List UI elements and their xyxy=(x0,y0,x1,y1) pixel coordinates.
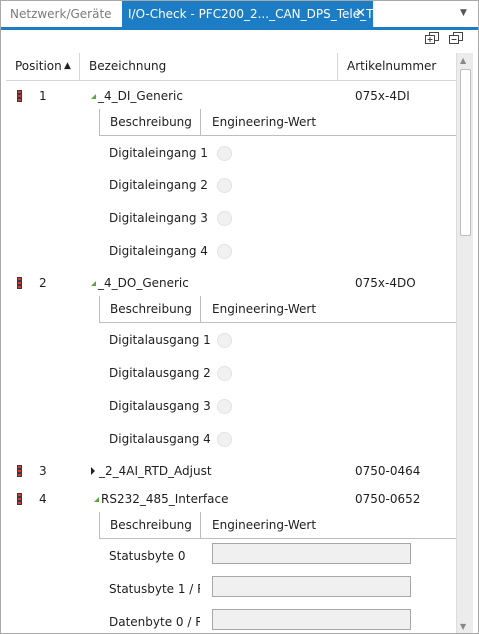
column-beschreibung[interactable]: Beschreibung xyxy=(110,109,192,135)
column-engineering-wert[interactable]: Engineering-Wert xyxy=(212,512,316,538)
vertical-scrollbar[interactable]: ▲ ▼ xyxy=(456,53,473,633)
channel-label: Digitalausgang 4 xyxy=(109,432,211,446)
module-name[interactable]: _2_4AI_RTD_Adjust xyxy=(91,464,212,478)
column-header: Position ▲ Bezeichnung Artikelnummer xyxy=(6,53,456,81)
module-article-number: 0750-0652 xyxy=(355,492,421,506)
status-led-icon xyxy=(217,432,232,447)
column-beschreibung[interactable]: Beschreibung xyxy=(110,512,192,538)
status-led-icon xyxy=(217,211,232,226)
expanded-triangle-icon[interactable] xyxy=(91,94,96,99)
channel-label: Digitaleingang 4 xyxy=(109,244,208,258)
status-led-icon xyxy=(217,333,232,348)
divider xyxy=(99,109,100,135)
divider xyxy=(200,296,201,322)
collapse-all-icon[interactable] xyxy=(449,32,464,45)
column-position-label: Position xyxy=(15,59,62,73)
tab-io-check-label: I/O-Check - PFC200_2..._CAN_DPS_Tele_T xyxy=(128,7,373,21)
tab-bar: Netzwerk/Geräte I/O-Check - PFC200_2..._… xyxy=(1,1,478,30)
status-led-icon xyxy=(217,244,232,259)
io-module-icon xyxy=(17,493,22,505)
module-name-label: _4_DI_Generic xyxy=(98,89,183,103)
channel-label: Digitaleingang 2 xyxy=(109,178,208,192)
column-engineering-wert[interactable]: Engineering-Wert xyxy=(212,296,316,322)
io-module-icon xyxy=(17,90,22,102)
divider xyxy=(200,109,201,135)
scrollbar-thumb[interactable] xyxy=(460,69,471,236)
module-position: 3 xyxy=(39,464,47,478)
close-icon[interactable]: ✕ xyxy=(355,1,366,27)
collapsed-triangle-icon[interactable] xyxy=(91,467,95,475)
expand-all-icon[interactable] xyxy=(425,32,440,45)
scroll-up-icon[interactable]: ▲ xyxy=(460,56,466,65)
divider xyxy=(99,296,100,322)
module-row[interactable]: 3 _2_4AI_RTD_Adjust 0750-0464 xyxy=(6,464,456,484)
module-name[interactable]: _4_DO_Generic xyxy=(91,276,189,290)
channel-table-header: Beschreibung Engineering-Wert xyxy=(99,109,456,136)
engineering-value-field[interactable] xyxy=(212,576,411,597)
module-name[interactable]: _4_DI_Generic xyxy=(91,89,183,103)
divider xyxy=(99,512,100,538)
scroll-down-icon[interactable]: ▼ xyxy=(460,622,466,631)
channel-table-header: Beschreibung Engineering-Wert xyxy=(99,512,456,539)
module-row[interactable]: 1 _4_DI_Generic 075x-4DI xyxy=(6,89,456,109)
expanded-triangle-icon[interactable] xyxy=(91,281,96,286)
channel-label: Digitaleingang 3 xyxy=(109,211,208,225)
io-module-icon xyxy=(17,465,22,477)
column-engineering-wert[interactable]: Engineering-Wert xyxy=(212,109,316,135)
io-check-window: Netzwerk/Geräte I/O-Check - PFC200_2..._… xyxy=(0,0,479,634)
channel-table-header: Beschreibung Engineering-Wert xyxy=(99,296,456,323)
module-position: 1 xyxy=(39,89,47,103)
channel-label: Digitaleingang 1 xyxy=(109,146,208,160)
channel-label: Datenbyte 0 / Re xyxy=(109,615,200,629)
expanded-triangle-icon[interactable] xyxy=(94,497,99,502)
channel-label: Digitalausgang 3 xyxy=(109,399,211,413)
status-led-icon xyxy=(217,178,232,193)
engineering-value-field[interactable] xyxy=(212,609,411,630)
status-led-icon xyxy=(217,399,232,414)
channel-label: Digitalausgang 1 xyxy=(109,333,211,347)
module-name-label: _2_4AI_RTD_Adjust xyxy=(99,464,212,478)
tab-network-devices[interactable]: Netzwerk/Geräte xyxy=(1,1,128,27)
module-name-label: RS232_485_Interface xyxy=(101,492,229,506)
status-led-icon xyxy=(217,366,232,381)
io-module-icon xyxy=(17,277,22,289)
engineering-value-field[interactable] xyxy=(212,543,411,564)
module-name-label: _4_DO_Generic xyxy=(98,276,189,290)
module-position: 2 xyxy=(39,276,47,290)
module-row[interactable]: 2 _4_DO_Generic 075x-4DO xyxy=(6,276,456,296)
status-led-icon xyxy=(217,146,232,161)
channel-label: Statusbyte 0 xyxy=(109,549,186,563)
tab-dropdown-icon[interactable]: ▼ xyxy=(460,8,467,18)
module-article-number: 075x-4DO xyxy=(355,276,416,290)
column-header-bezeichnung[interactable]: Bezeichnung xyxy=(80,53,338,80)
channel-label: Digitalausgang 2 xyxy=(109,366,211,380)
channel-label: Statusbyte 1 / Re xyxy=(109,582,200,596)
module-article-number: 075x-4DI xyxy=(355,89,410,103)
column-beschreibung[interactable]: Beschreibung xyxy=(110,296,192,322)
module-article-number: 0750-0464 xyxy=(355,464,421,478)
tab-io-check[interactable]: I/O-Check - PFC200_2..._CAN_DPS_Tele_T ✕ xyxy=(122,1,373,27)
column-header-artikelnummer[interactable]: Artikelnummer xyxy=(338,53,456,80)
module-row[interactable]: 4 RS232_485_Interface 0750-0652 xyxy=(6,492,456,512)
module-position: 4 xyxy=(39,492,47,506)
sort-ascending-icon: ▲ xyxy=(64,61,71,71)
divider xyxy=(200,512,201,538)
module-name[interactable]: RS232_485_Interface xyxy=(94,492,229,506)
